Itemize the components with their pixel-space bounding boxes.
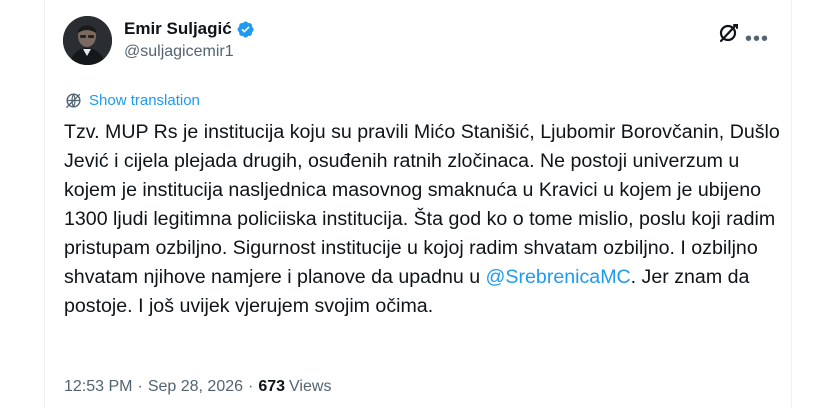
tweet-text: Tzv. MUP Rs je institucija koju su pravi…	[64, 118, 784, 321]
tweet-header: Emir Suljagić @suljagicemir1	[63, 16, 255, 65]
tweet-card: Emir Suljagić @suljagicemir1 ••• Show tr…	[44, 0, 792, 408]
globe-icon	[65, 93, 81, 109]
grok-button[interactable]	[715, 18, 743, 46]
more-options-ellipsis-icon[interactable]: •••	[745, 29, 769, 49]
show-translation-link[interactable]: Show translation	[64, 91, 200, 110]
author-name-row: Emir Suljagić	[124, 19, 255, 39]
author-block: Emir Suljagić @suljagicemir1	[124, 19, 255, 61]
avatar-image	[63, 16, 112, 65]
verified-badge-icon[interactable]	[236, 20, 255, 39]
meta-separator: ·	[137, 378, 143, 395]
tweet-text-part1: Tzv. MUP Rs je institucija koju su pravi…	[64, 121, 786, 288]
tweet-meta: 12:53 PM · Sep 28, 2026 · 673 Views	[64, 378, 331, 396]
avatar[interactable]	[63, 16, 112, 65]
views-count[interactable]: 673	[258, 378, 285, 396]
author-handle[interactable]: @suljagicemir1	[124, 43, 255, 61]
meta-separator-2: ·	[248, 378, 254, 395]
tweet-date[interactable]: Sep 28, 2026	[148, 378, 243, 396]
show-translation-label: Show translation	[89, 92, 200, 109]
tweet-time[interactable]: 12:53 PM	[64, 378, 132, 396]
slashed-circle-icon	[719, 23, 738, 43]
mention-link[interactable]: @SrebrenicaMC	[486, 266, 631, 288]
author-name[interactable]: Emir Suljagić	[124, 19, 232, 39]
views-label: Views	[289, 378, 332, 395]
